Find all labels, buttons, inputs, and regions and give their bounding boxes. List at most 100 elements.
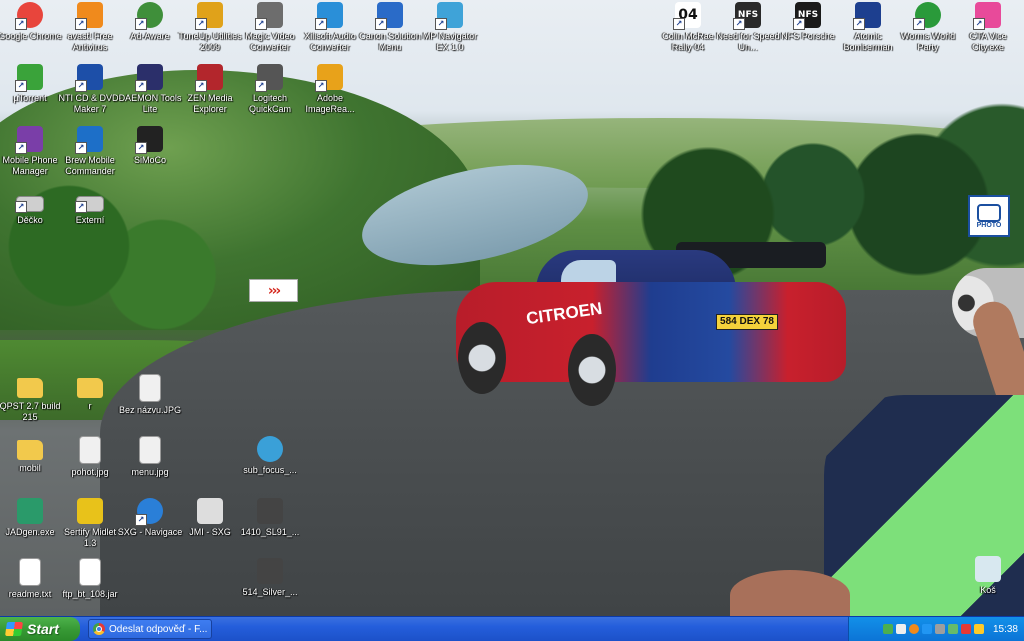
desktop-icon[interactable]: mobil [0, 436, 63, 474]
desktop-icon[interactable]: ↗ Mobile Phone Manager [0, 126, 63, 177]
desktop-icon[interactable]: ↗ TuneUp Utilities 2009 [177, 2, 243, 53]
desktop-icon-label: Koš [980, 585, 996, 595]
taskbar-item-chrome[interactable]: Odeslat odpověď - F... [88, 619, 212, 639]
desktop-icon-label: SXG - Navigace [117, 527, 183, 537]
shortcut-arrow-icon: ↗ [435, 18, 447, 30]
shield-icon[interactable] [960, 624, 971, 634]
desktop-icon[interactable]: ↗ Externí [57, 188, 123, 226]
desktop-icon-label: Externí [75, 215, 105, 225]
archive-icon [257, 558, 283, 584]
desktop-icon[interactable]: QPST 2.7 build 215 [0, 374, 63, 423]
shortcut-arrow-icon: ↗ [255, 80, 267, 92]
desktop-icon[interactable]: pohot.jpg [57, 436, 123, 478]
desktop-icon[interactable]: ↗ Ad-Aware [117, 2, 183, 42]
start-button[interactable]: Start [0, 617, 80, 641]
daemon-tools-icon: ↗ [135, 64, 163, 92]
canon-icon: ↗ [375, 2, 403, 30]
phone-icon: ↗ [135, 126, 163, 154]
desktop-icon-label: SiMoCo [133, 155, 166, 165]
desktop-icon[interactable]: Sertify Midlet 1.3 [57, 498, 123, 549]
battery-icon[interactable] [947, 624, 958, 634]
desktop-icon[interactable]: Koš [955, 556, 1021, 596]
desktop-icon-label: Worms World Party [900, 31, 956, 52]
media-file-icon [257, 436, 283, 462]
desktop-icon[interactable]: JMI - SXG [177, 498, 243, 538]
volume-icon[interactable] [895, 624, 906, 634]
desktop-icon-label: Děčko [17, 215, 43, 225]
internet-explorer-icon: ↗ [135, 498, 163, 526]
rally-car: CITROEN 584 DEX 78 [456, 242, 848, 407]
desktop-icon-label: MP Navigator EX 1.0 [422, 31, 478, 52]
desktop-icon[interactable]: ↗ avast! Free Antivirus [57, 2, 123, 53]
audio-converter-icon: ↗ [315, 2, 343, 30]
jar-file-icon [79, 558, 101, 586]
desktop-icon[interactable]: ↗ µTorrent [0, 64, 63, 104]
desktop-icon[interactable]: ↗ SiMoCo [117, 126, 183, 166]
folder-icon [77, 378, 103, 398]
desktop-icon[interactable]: ↗ DAEMON Tools Lite [117, 64, 183, 115]
desktop-icon[interactable]: NFS ↗ NFS Porsche [775, 2, 841, 42]
desktop-icon[interactable]: Bez názvu.JPG [117, 374, 183, 416]
desktop-icon-label: Colin McRae Rally 04 [662, 31, 714, 52]
desktop-icon-label: readme.txt [8, 589, 52, 599]
desktop-icon[interactable]: 04 ↗ Colin McRae Rally 04 [655, 2, 721, 53]
mpm-icon: ↗ [15, 126, 43, 154]
mp-navigator-icon: ↗ [435, 2, 463, 30]
desktop-icon[interactable]: NFS ↗ Need for Speed Un... [715, 2, 781, 53]
desktop-icon[interactable]: JADgen.exe [0, 498, 63, 538]
camera-icon [977, 203, 1001, 222]
desktop-icon[interactable]: ↗ Děčko [0, 188, 63, 226]
desktop-icon[interactable]: ↗ SXG - Navigace [117, 498, 183, 538]
jadgen-icon [17, 498, 43, 524]
desktop-icon[interactable]: ↗ NTI CD & DVD-Maker 7 [57, 64, 123, 115]
desktop-icon[interactable]: ↗ Adobe ImageRea... [297, 64, 363, 115]
photo-sign-label: PHOTO [976, 221, 1002, 229]
desktop-icon[interactable]: ↗ Brew Mobile Commander [57, 126, 123, 177]
shortcut-arrow-icon: ↗ [733, 18, 745, 30]
bomberman-icon: ↗ [853, 2, 881, 30]
avast-icon: ↗ [75, 2, 103, 30]
desktop-icon[interactable]: readme.txt [0, 558, 63, 600]
clock[interactable]: 15:38 [993, 624, 1018, 635]
usb-icon[interactable] [934, 624, 945, 634]
desktop-icon-label: Brew Mobile Commander [65, 155, 115, 176]
shortcut-arrow-icon: ↗ [315, 18, 327, 30]
desktop-icon[interactable]: 514_Silver_... [237, 558, 303, 598]
network-icon[interactable] [882, 624, 893, 634]
desktop-icon-label: 514_Silver_... [242, 587, 298, 597]
bluetooth-icon[interactable] [921, 624, 932, 634]
shortcut-arrow-icon: ↗ [135, 142, 147, 154]
sync-icon[interactable] [973, 624, 984, 634]
desktop-icon-label: µTorrent [13, 93, 47, 103]
desktop-icon-label: JADgen.exe [5, 527, 55, 537]
antivirus-icon[interactable] [908, 624, 919, 634]
desktop-icon[interactable]: ↗ ZEN Media Explorer [177, 64, 243, 115]
desktop-icon[interactable]: ↗ MP Navigator EX 1.0 [417, 2, 483, 53]
desktop-icon[interactable]: ↗ GTA Vice City.exe [955, 2, 1021, 53]
desktop-icon[interactable]: 1410_SL91_... [237, 498, 303, 538]
desktop-icon[interactable]: sub_focus_... [237, 436, 303, 476]
phone-icon [197, 498, 223, 524]
desktop-icon-label: r [88, 401, 92, 411]
desktop-icon[interactable]: ↗ Magic Video Converter [237, 2, 303, 53]
desktop-icon[interactable]: ↗ Google Chrome [0, 2, 63, 42]
drive-icon: ↗ [75, 196, 104, 213]
desktop-icon-label: ftp_bt_108.jar [62, 589, 118, 599]
desktop-icon[interactable]: ↗ Xilisoft Audio Converter [297, 2, 363, 53]
desktop-icon[interactable]: menu.jpg [117, 436, 183, 478]
desktop-icon-label: Canon Solution Menu [359, 31, 421, 52]
zen-media-icon: ↗ [195, 64, 223, 92]
desktop-icon[interactable]: r [57, 374, 123, 412]
shortcut-arrow-icon: ↗ [15, 201, 27, 213]
star-icon [77, 498, 103, 524]
desktop-icon[interactable]: ↗ Atomic Bomberman [835, 2, 901, 53]
desktop-icon[interactable]: ↗ Worms World Party [895, 2, 961, 53]
desktop-icon[interactable]: ↗ Logitech QuickCam [237, 64, 303, 115]
desktop-icon-label: sub_focus_... [243, 465, 297, 475]
image-file-icon [139, 436, 161, 464]
desktop-icon[interactable]: ↗ Canon Solution Menu [357, 2, 423, 53]
desktop-icon[interactable]: ftp_bt_108.jar [57, 558, 123, 600]
bmc-icon: ↗ [75, 126, 103, 154]
desktop-icon-label: Logitech QuickCam [248, 93, 291, 114]
desktop-icon-label: mobil [19, 463, 41, 473]
